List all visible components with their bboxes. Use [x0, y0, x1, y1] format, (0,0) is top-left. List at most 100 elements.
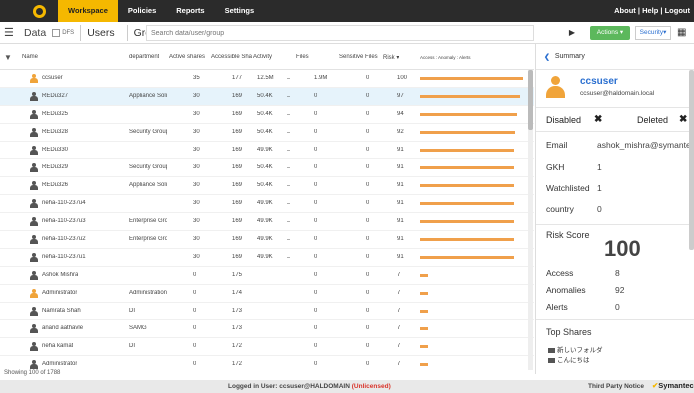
share-item[interactable]: こんにちは — [548, 354, 590, 364]
cell-name[interactable]: Namrata Shah — [42, 308, 81, 314]
divider — [536, 224, 694, 225]
cell-name[interactable]: REDu326 — [42, 182, 68, 188]
cell-name[interactable]: Administrator — [42, 290, 77, 296]
risk-bar — [420, 220, 514, 224]
filter-icon[interactable]: ▼ — [4, 53, 12, 62]
menu-icon[interactable]: ☰ — [4, 26, 18, 39]
table-row[interactable]: Ashok Mishra 0 175 0 0 7 — [0, 267, 534, 285]
risk-bar — [420, 238, 514, 242]
cell-name[interactable]: neha-110-237u3 — [42, 218, 86, 224]
actions-label: Actions — [596, 29, 619, 36]
col-accessible-shares[interactable]: Accessible Sha — [211, 54, 253, 60]
cell-name[interactable]: REDu327 — [42, 93, 68, 99]
user-icon — [30, 306, 38, 316]
grid-icon[interactable]: ▦ — [677, 27, 686, 38]
col-files[interactable]: Files — [296, 54, 309, 60]
col-sensitive-files[interactable]: Sensitive Files — [339, 54, 383, 60]
cell-name[interactable]: ccsuser — [42, 75, 63, 81]
about-help-logout[interactable]: About | Help | Logout — [614, 0, 690, 22]
col-activity[interactable]: Activity — [253, 54, 272, 60]
cell-activity: 50.4K — [257, 164, 273, 171]
panel-scrollbar[interactable] — [689, 70, 694, 250]
cell-active-shares: 30 — [193, 128, 200, 135]
tab-users[interactable]: Users — [80, 24, 120, 41]
user-icon — [30, 181, 38, 191]
cell-name[interactable]: Ashok Mishra — [42, 272, 78, 278]
user-icon — [30, 270, 38, 280]
cell-name[interactable]: anand aathavle — [42, 325, 83, 331]
table-row[interactable]: REDu330 30 169 49.9K 0 0 91 _ — [0, 142, 534, 160]
table-row[interactable]: REDu326 Appliance Solu 30 169 50.4K 0 0 91 _ — [0, 177, 534, 196]
cell-sensitive-files: 0 — [366, 271, 370, 278]
cell-department: DI — [129, 307, 135, 314]
cell-name[interactable]: neha kamat — [42, 343, 73, 349]
cell-name[interactable]: REDu329 — [42, 164, 68, 170]
cell-name[interactable]: REDu325 — [42, 111, 68, 117]
user-icon — [30, 288, 38, 298]
table-row[interactable]: Namrata Shah DI 0 173 0 0 7 — [0, 303, 534, 321]
user-avatar-icon — [546, 76, 565, 98]
table-row[interactable]: Administrator 0 172 0 0 7 — [0, 356, 534, 370]
data-label[interactable]: Data — [24, 27, 46, 39]
cell-active-shares: 0 — [193, 271, 197, 278]
anomalies-label: Anomalies — [546, 285, 586, 295]
cell-sensitive-files: 0 — [366, 182, 370, 189]
table-row[interactable]: anand aathavle SAMG 0 173 0 0 7 — [0, 320, 534, 339]
search-input[interactable] — [146, 25, 534, 41]
cell-name[interactable]: neha-110-237u2 — [42, 236, 86, 242]
dfs-checkbox[interactable] — [52, 28, 61, 37]
cell-active-shares: 0 — [193, 289, 197, 296]
cell-sensitive-files: 0 — [366, 218, 370, 225]
col-department[interactable]: department — [129, 54, 159, 60]
nav-settings[interactable]: Settings — [215, 0, 265, 22]
risk-bar — [420, 327, 428, 331]
table-row[interactable]: ccsuser 35 177 12.5M 1.9M 0 100 _ — [0, 70, 534, 88]
nav-workspace[interactable]: Workspace — [58, 0, 118, 22]
share-name: こんにちは — [557, 357, 590, 364]
table-row[interactable]: REDu328 Security Group 30 169 50.4K 0 0 92 _ — [0, 124, 534, 142]
cell-accessible-shares: 169 — [232, 146, 243, 153]
col-risk[interactable]: Risk ▾ — [383, 54, 399, 61]
table-row[interactable]: neha-110-237u2 Enterprise Gro 30 169 49.9K 0 0… — [0, 231, 534, 249]
nav-reports[interactable]: Reports — [166, 0, 214, 22]
cell-name[interactable]: REDu330 — [42, 147, 68, 153]
chevron-left-icon[interactable]: ❮ — [544, 53, 550, 61]
activity-sparkline: _ — [287, 73, 291, 79]
actions-button[interactable]: Actions ▾ — [590, 26, 630, 40]
summary-header[interactable]: ❮ Summary — [536, 44, 694, 70]
table-row[interactable]: REDu329 Security Group 30 169 50.4K 0 0 91 _ — [0, 159, 534, 178]
cell-name[interactable]: Administrator — [42, 361, 77, 367]
table-scrollbar[interactable] — [528, 70, 533, 370]
cell-activity: 50.4K — [257, 110, 273, 117]
anomalies-value: 92 — [615, 285, 625, 295]
cell-sensitive-files: 0 — [366, 200, 370, 207]
toolbar: ☰ Data DFS Users Groups ▶ Actions ▾ Secu… — [0, 22, 694, 44]
activity-sparkline: _ — [287, 108, 291, 115]
table-row[interactable]: neha kamat DI 0 172 0 0 7 — [0, 338, 534, 357]
play-icon[interactable]: ▶ — [565, 25, 579, 41]
table-row[interactable]: neha-110-237u4 30 169 49.9K 0 0 91 _ — [0, 195, 534, 214]
cell-activity: 50.4K — [257, 92, 273, 99]
col-active-shares[interactable]: Active shares — [169, 54, 211, 60]
share-item[interactable]: 新しいフォルダ — [548, 344, 603, 354]
risk-bar — [420, 166, 514, 170]
cell-files: 0 — [314, 110, 318, 117]
table-row[interactable]: REDu325 30 169 50.4K 0 0 94 _ — [0, 106, 534, 124]
security-select[interactable]: Security▾ — [635, 26, 671, 40]
table-row[interactable]: neha-110-237u3 Enterprise Gro 30 169 49.9K 0 0… — [0, 213, 534, 232]
cell-sensitive-files: 0 — [366, 75, 370, 81]
table-row[interactable]: neha-110-237u1 30 169 49.9K 0 0 91 _ — [0, 249, 534, 267]
user-name[interactable]: ccsuser — [580, 76, 618, 87]
user-icon — [30, 324, 38, 334]
logo-icon[interactable] — [28, 0, 50, 22]
cell-accessible-shares: 169 — [232, 182, 243, 189]
table-row[interactable]: REDu327 Appliance Solu 30 169 50.4K 0 0 97 _ — [0, 87, 534, 106]
cell-name[interactable]: REDu328 — [42, 129, 68, 135]
cell-name[interactable]: neha-110-237u1 — [42, 254, 86, 260]
cell-files: 0 — [314, 253, 318, 260]
table-row[interactable]: Administrator Administration 0 174 0 0 7 — [0, 285, 534, 303]
third-party-notice-link[interactable]: Third Party Notice — [588, 383, 644, 390]
cell-name[interactable]: neha-110-237u4 — [42, 200, 86, 206]
col-name[interactable]: Name — [22, 54, 38, 60]
nav-policies[interactable]: Policies — [118, 0, 166, 22]
